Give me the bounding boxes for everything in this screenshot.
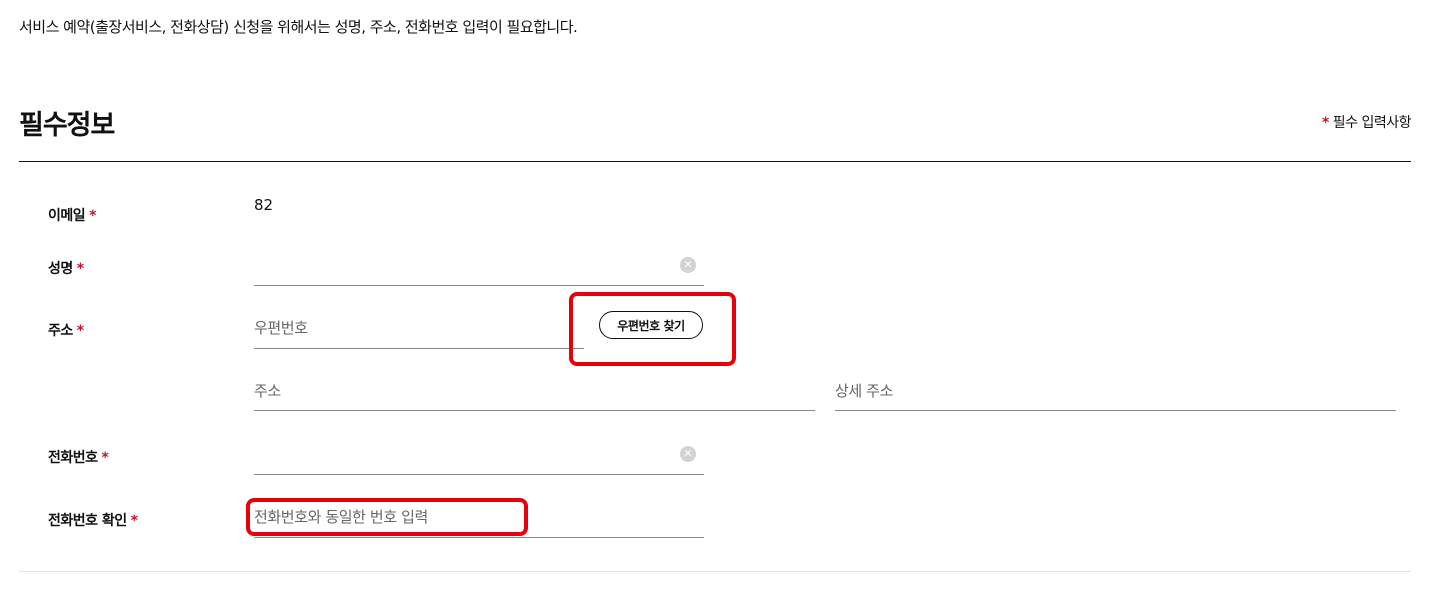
phone-field[interactable]: ✕	[254, 443, 704, 475]
service-notice: 서비스 예약(출장서비스, 전화상담) 신청을 위해서는 성명, 주소, 전화번…	[19, 18, 578, 36]
zipcode-button-highlight	[569, 292, 736, 366]
phone-input[interactable]	[254, 443, 704, 467]
address-field[interactable]	[254, 379, 815, 411]
phone-label-text: 전화번호	[48, 450, 98, 466]
clear-circle-icon[interactable]: ✕	[680, 446, 696, 462]
name-input[interactable]	[254, 254, 704, 278]
phone-label: 전화번호 *	[48, 447, 109, 467]
required-legend: * 필수 입력사항	[1321, 112, 1412, 132]
required-star: *	[76, 323, 84, 339]
required-star: *	[1321, 115, 1329, 131]
email-label: 이메일 *	[48, 205, 96, 225]
required-star: *	[89, 208, 96, 224]
phone-confirm-highlight	[246, 498, 528, 536]
email-value: 82	[254, 196, 274, 214]
zipcode-input[interactable]	[254, 316, 584, 340]
name-field[interactable]: ✕	[254, 254, 704, 286]
address-detail-field[interactable]	[835, 379, 1396, 411]
name-label-text: 성명	[48, 261, 73, 277]
section-title: 필수정보	[19, 110, 115, 141]
zipcode-field[interactable]	[254, 316, 584, 349]
required-star: *	[101, 450, 109, 466]
address-detail-input[interactable]	[835, 379, 1396, 403]
name-label: 성명 *	[48, 258, 84, 278]
required-legend-text: 필수 입력사항	[1332, 115, 1412, 131]
email-label-text: 이메일	[48, 208, 86, 224]
phone-confirm-label: 전화번호 확인 *	[48, 510, 138, 530]
required-star: *	[76, 261, 84, 277]
address-input[interactable]	[254, 379, 815, 403]
address-label: 주소 *	[48, 320, 84, 340]
section-divider-top	[19, 161, 1411, 162]
section-divider-bottom	[19, 571, 1411, 572]
required-star: *	[130, 513, 138, 529]
clear-circle-icon[interactable]: ✕	[680, 257, 696, 273]
phone-confirm-label-text: 전화번호 확인	[48, 513, 127, 529]
address-label-text: 주소	[48, 323, 73, 339]
